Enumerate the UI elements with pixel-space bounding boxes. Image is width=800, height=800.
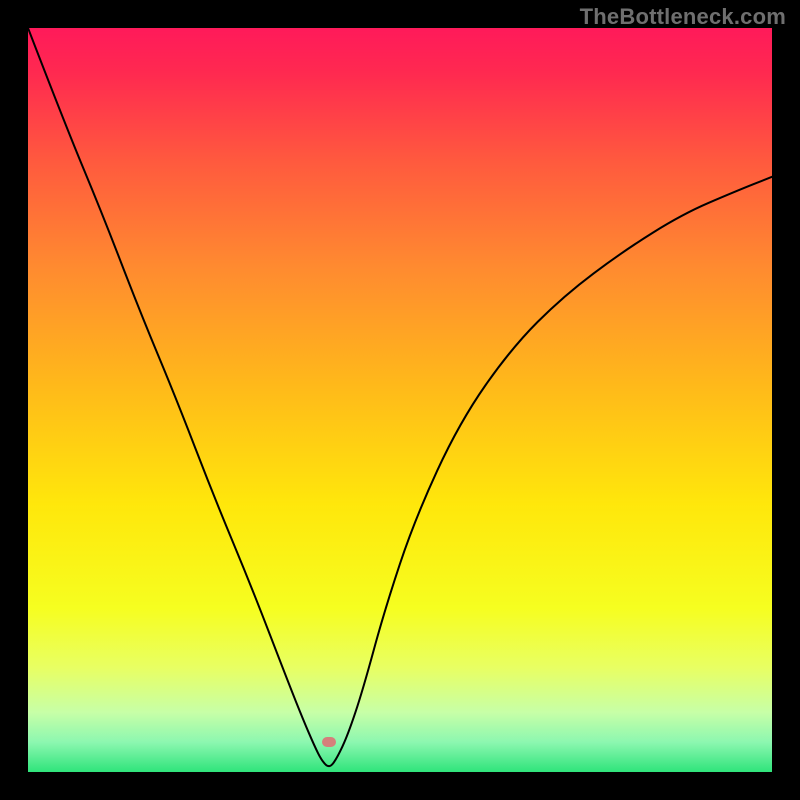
- watermark-text: TheBottleneck.com: [580, 4, 786, 30]
- chart-frame: TheBottleneck.com: [0, 0, 800, 800]
- minimum-marker: [322, 737, 336, 747]
- bottleneck-curve: [28, 28, 772, 772]
- plot-area: [28, 28, 772, 772]
